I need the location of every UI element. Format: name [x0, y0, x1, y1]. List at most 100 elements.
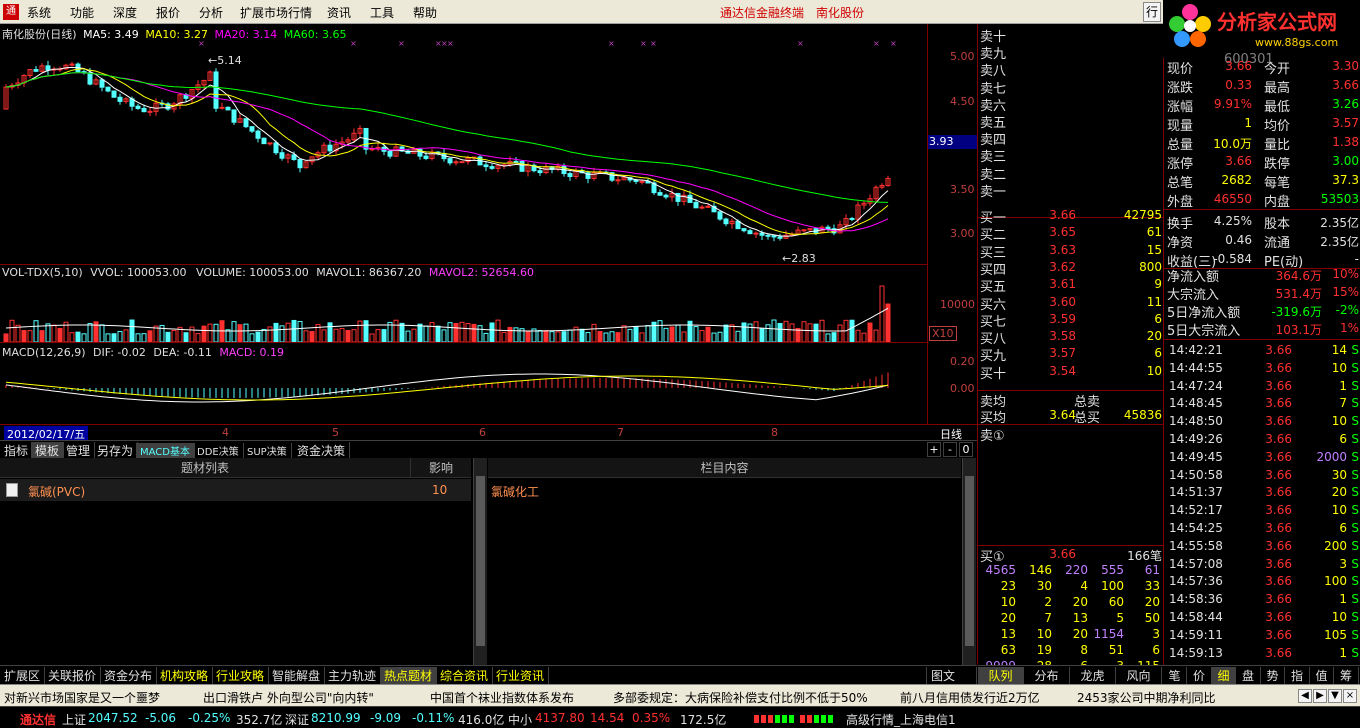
impact-header[interactable]: 影响 — [411, 458, 471, 478]
menu-info[interactable]: 资讯 — [327, 4, 351, 21]
tab-smart-analysis[interactable]: 智能解盘 — [268, 667, 326, 684]
sme-pct: 0.35% — [632, 711, 671, 725]
macd-tick-0.20: 0.20 — [950, 355, 975, 368]
queue-cell: 2 — [1044, 595, 1052, 609]
tab-quote-7[interactable]: 筹 — [1335, 667, 1359, 684]
fundamental-label: 流通 — [1264, 236, 1291, 251]
server-name[interactable]: 高级行情_上海电信1 — [846, 711, 956, 728]
menu-analysis[interactable]: 分析 — [199, 4, 223, 21]
capital-flow-label: 5日大宗流入 — [1167, 324, 1241, 339]
news-item[interactable]: 前八月信用债发行近2万亿 — [900, 689, 1040, 706]
tick-direction: S — [1351, 378, 1359, 393]
tab-main-force[interactable]: 主力轨迹 — [324, 667, 382, 684]
event-marker: × — [650, 39, 657, 48]
tick-volume: 7 — [1339, 396, 1347, 411]
volume-bar — [603, 332, 609, 342]
quote-value: 3.30 — [1332, 59, 1359, 73]
tab-quote-2[interactable]: 细 — [1212, 667, 1236, 684]
zoom-out-button[interactable]: - — [943, 442, 957, 457]
menu-quote[interactable]: 报价 — [156, 4, 180, 21]
tick-time: 14:58:36 — [1169, 592, 1223, 607]
sme-label[interactable]: 中小 — [508, 711, 532, 728]
breadth-bar — [761, 715, 766, 723]
tab-quote-3[interactable]: 盘 — [1237, 667, 1261, 684]
tab-manage[interactable]: 管理 — [62, 442, 96, 458]
sz-label[interactable]: 深证 — [285, 711, 309, 728]
news-item[interactable]: 中国首个袜业指数体系发布 — [430, 689, 574, 706]
tab-quote-1[interactable]: 价 — [1188, 667, 1212, 684]
ma10-line — [5, 68, 889, 235]
buy-level-row: 买十 3.54 10 — [978, 363, 1164, 382]
menu-extended-market[interactable]: 扩展市场行情 — [240, 4, 312, 21]
tab-quote-0[interactable]: 笔 — [1163, 667, 1187, 684]
tab-capital[interactable]: 资金决策 — [293, 442, 351, 458]
candle-body — [771, 235, 777, 238]
tab-quote-4[interactable]: 势 — [1261, 667, 1285, 684]
tab-distribution[interactable]: 分布 — [1024, 667, 1070, 684]
tab-save-as[interactable]: 另存为 — [93, 442, 139, 458]
menu-depth[interactable]: 深度 — [113, 4, 137, 21]
zoom-in-button[interactable]: + — [927, 442, 941, 457]
tab-wind-direction[interactable]: 风向 — [1116, 667, 1162, 684]
sh-label[interactable]: 上证 — [62, 711, 86, 728]
tab-industry-strategy[interactable]: 行业攻略 — [212, 667, 270, 684]
tab-quote-6[interactable]: 值 — [1310, 667, 1334, 684]
candle-body — [567, 173, 573, 178]
tab-fund-distribution[interactable]: 资金分布 — [100, 667, 158, 684]
menu-tools[interactable]: 工具 — [370, 4, 394, 21]
queue-cell: 4565 — [985, 563, 1016, 577]
volume-bar — [789, 323, 795, 342]
news-item[interactable]: 2453家公司中期净利同比 — [1077, 689, 1216, 706]
tick-volume: 200 — [1324, 538, 1347, 553]
kline-chart[interactable]: 南化股份(日线) MA5: 3.49 MA10: 3.27 MA20: 3.14… — [0, 24, 977, 442]
tab-sup[interactable]: SUP决策 — [243, 443, 292, 459]
tab-indicator[interactable]: 指标 — [0, 442, 34, 458]
volume-bar — [357, 320, 363, 342]
scroll-left-icon[interactable]: ◀ — [1298, 689, 1312, 703]
volume-bar — [783, 320, 789, 342]
topic-row[interactable]: 氯碱(PVC) 10 — [0, 479, 471, 501]
news-settings-icon[interactable]: ▼ — [1328, 689, 1342, 703]
tab-queue[interactable]: 队列 — [978, 667, 1024, 684]
tab-dragon-tiger[interactable]: 龙虎 — [1070, 667, 1116, 684]
content-scrollbar[interactable] — [962, 458, 976, 665]
news-item[interactable]: 对新兴市场国家是又一个噩梦 — [4, 689, 160, 706]
tab-macd-basic[interactable]: MACD基本 — [136, 443, 195, 459]
capital-flow-label: 5日净流入额 — [1167, 306, 1241, 321]
volume-bar — [45, 323, 51, 342]
brand-url: www.88gs.com — [1255, 36, 1339, 49]
tab-industry-info[interactable]: 行业资讯 — [492, 667, 550, 684]
menu-system[interactable]: 系统 — [27, 4, 51, 21]
menu-function[interactable]: 功能 — [70, 4, 94, 21]
tick-price: 3.66 — [1265, 610, 1292, 624]
tick-time: 14:51:37 — [1169, 485, 1223, 500]
topic-name[interactable]: 氯碱(PVC) — [28, 483, 85, 500]
candle-body — [279, 152, 285, 159]
event-marker: × — [608, 39, 615, 48]
news-item[interactable]: 出口滑铁卢 外向型公司"向内转" — [203, 689, 374, 706]
tab-institution-strategy[interactable]: 机构攻略 — [156, 667, 214, 684]
tab-dde[interactable]: DDE决策 — [193, 443, 244, 459]
tab-hot-topics[interactable]: 热点题材 — [380, 667, 438, 684]
volume-pane-legend: VOL-TDX(5,10) VVOL: 100053.00 VOLUME: 10… — [2, 266, 534, 279]
close-icon[interactable]: × — [1343, 689, 1357, 703]
topic-list-scrollbar[interactable] — [473, 458, 487, 665]
tab-related-quote[interactable]: 关联报价 — [44, 667, 102, 684]
volume-bar — [399, 322, 405, 342]
volume-bar — [621, 325, 627, 342]
quote-button[interactable]: 行 — [1143, 2, 1161, 22]
tab-quote-5[interactable]: 指 — [1286, 667, 1310, 684]
tab-extension[interactable]: 扩展区 — [0, 667, 46, 684]
news-item[interactable]: 多部委规定：大病保险补偿支付比例不低于50% — [613, 689, 868, 706]
tick-row: 14:59:11 3.66 105 S — [1164, 627, 1360, 645]
scroll-right-icon[interactable]: ▶ — [1313, 689, 1327, 703]
tab-f10[interactable]: 图文F10 — [926, 667, 977, 698]
queue-cell: 6 — [1152, 643, 1160, 657]
tick-time: 14:57:36 — [1169, 574, 1223, 589]
tab-template[interactable]: 模板 — [31, 442, 65, 458]
app-icon[interactable]: 通 — [3, 4, 19, 20]
tab-general-info[interactable]: 综合资讯 — [436, 667, 494, 684]
topic-list-header[interactable]: 题材列表 — [0, 458, 411, 478]
reset-button[interactable]: 0 — [959, 442, 973, 457]
menu-help[interactable]: 帮助 — [413, 4, 437, 21]
